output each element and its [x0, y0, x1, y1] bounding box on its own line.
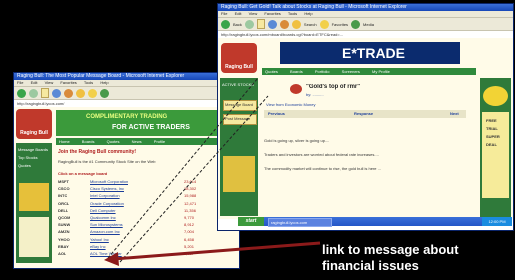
callout-line-1: link to message about: [322, 242, 459, 257]
dashed-connector: [119, 95, 269, 263]
callout-label: link to message about financial issues: [322, 242, 459, 274]
callout-line-2: financial issues: [322, 258, 419, 273]
dashed-connector: [107, 77, 259, 259]
annotation-overlay: [104, 77, 321, 266]
callout-arrow-line: [113, 241, 321, 261]
